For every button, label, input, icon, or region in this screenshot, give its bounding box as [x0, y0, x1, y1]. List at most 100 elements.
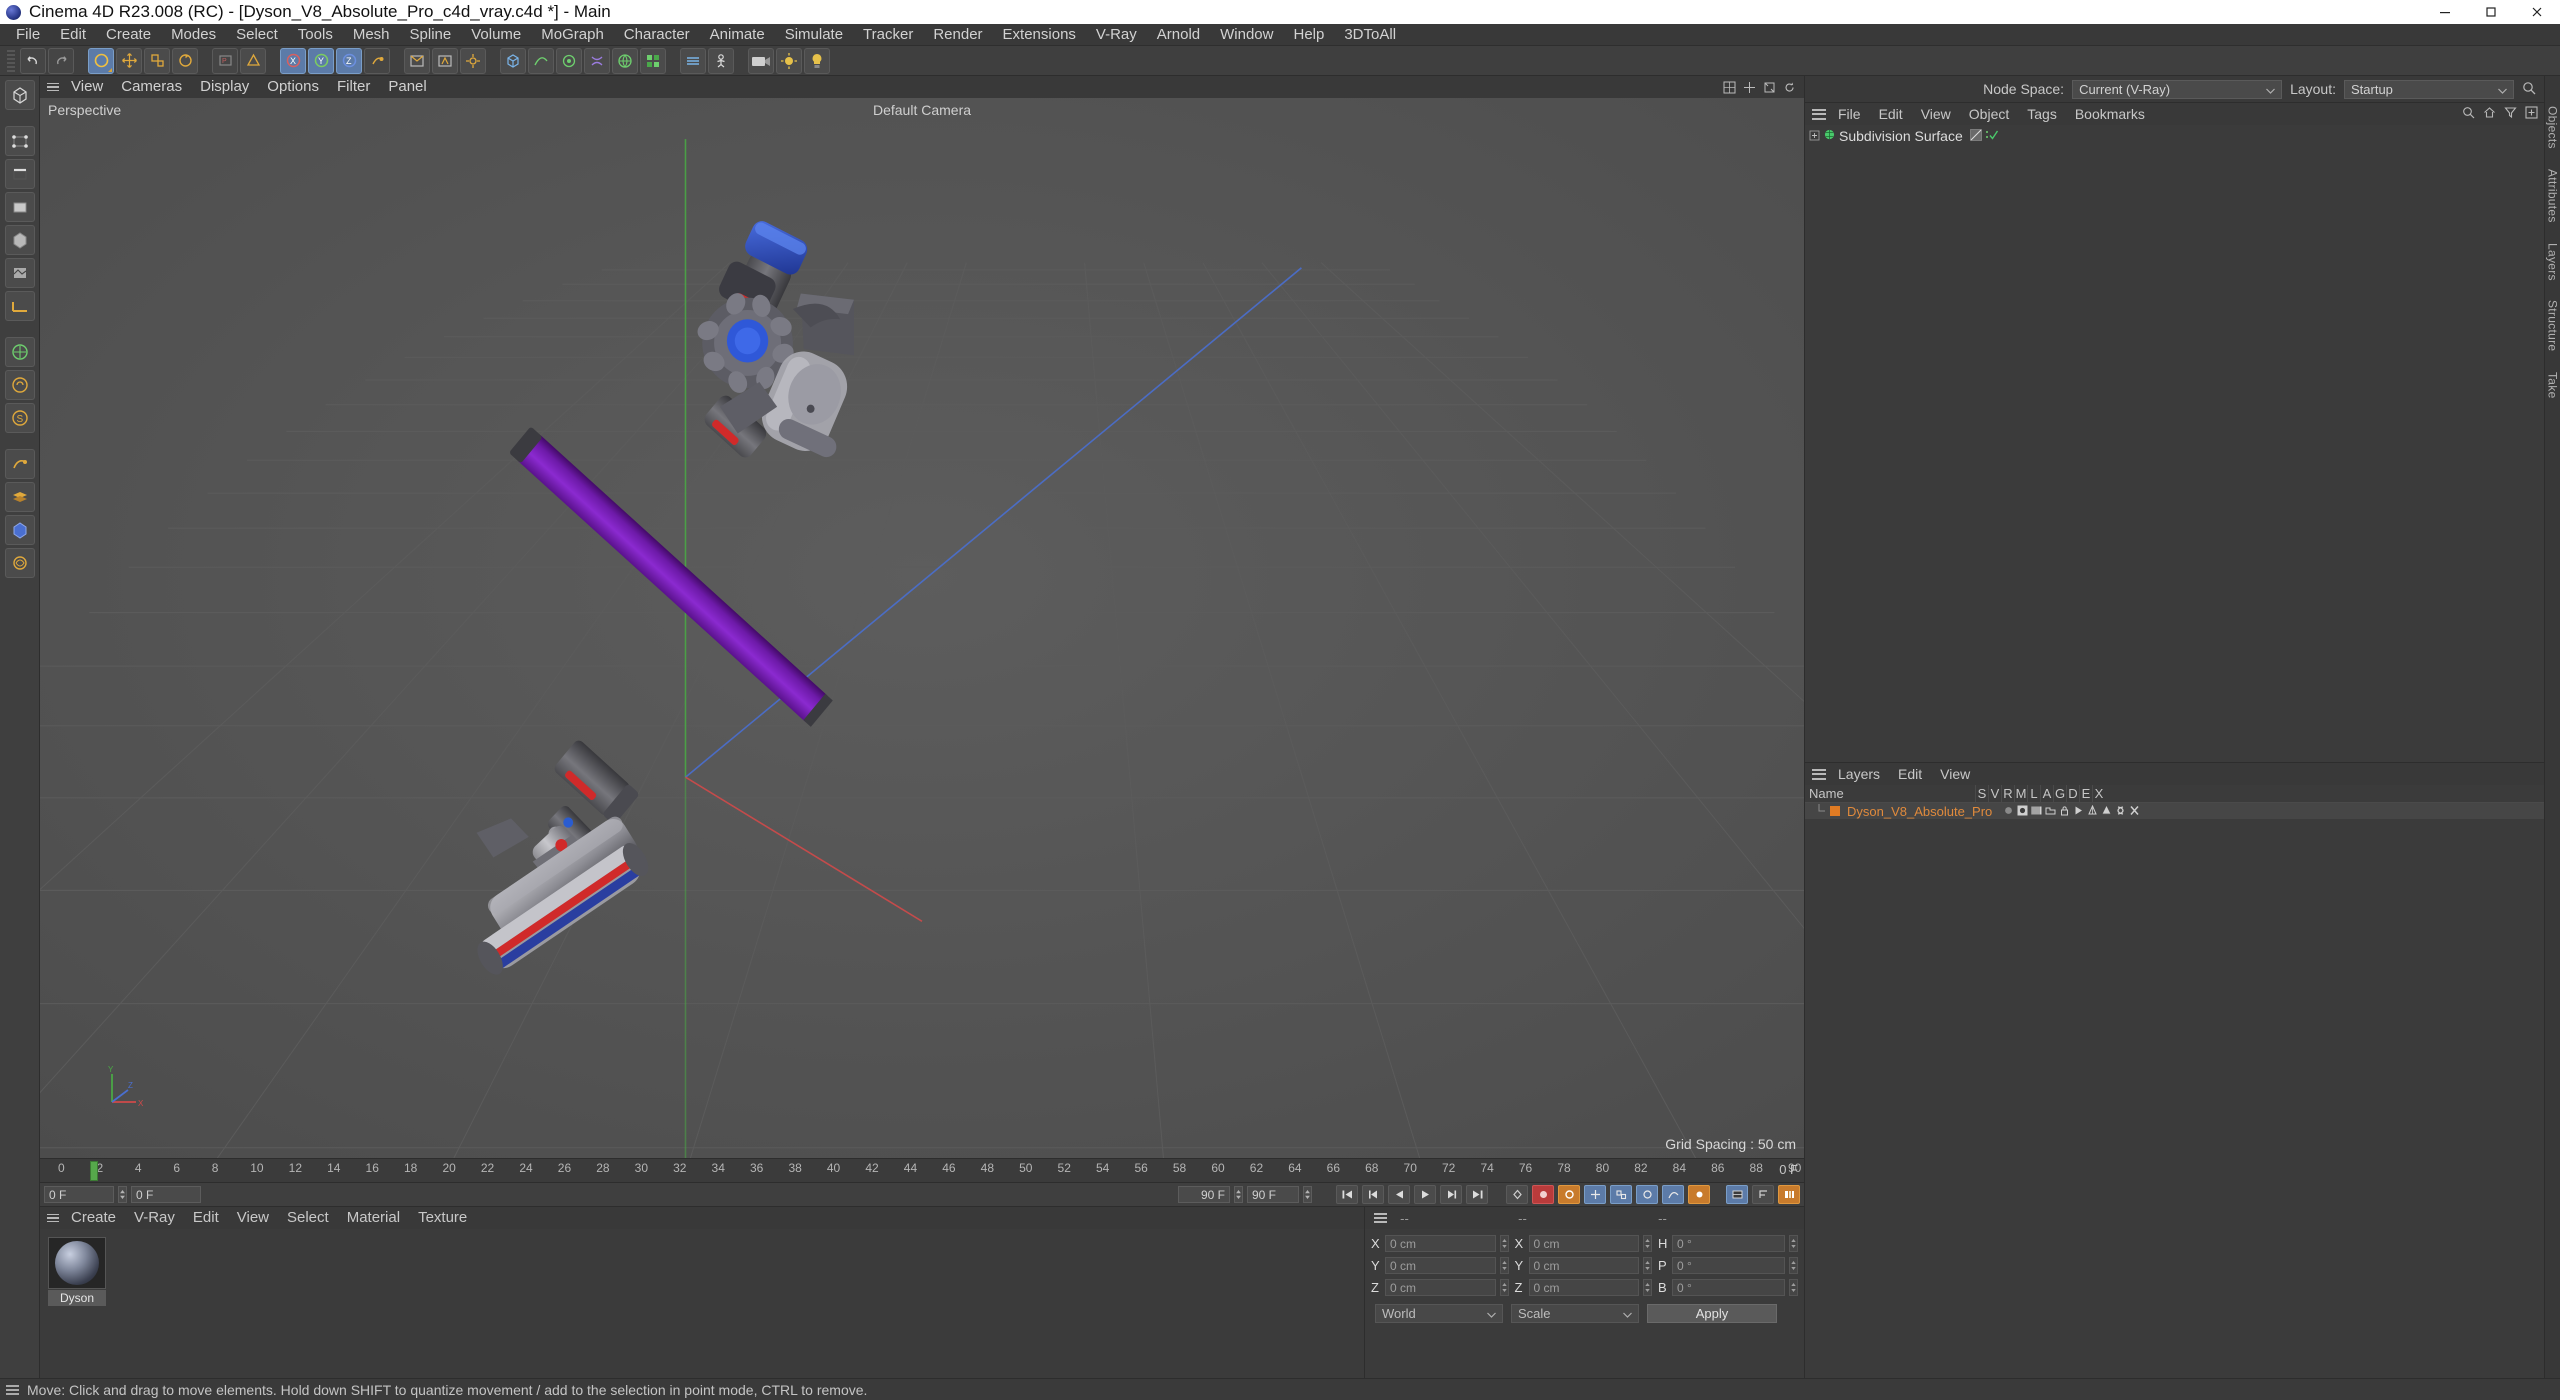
- enable-axis-modification-button[interactable]: [4, 337, 35, 367]
- viewport-rotate-icon[interactable]: [1783, 81, 1796, 94]
- rotation-b-stepper[interactable]: [1789, 1279, 1798, 1296]
- cube-primitive-button[interactable]: [500, 47, 526, 74]
- keyframe-selection-button[interactable]: [1726, 1185, 1748, 1204]
- apply-button[interactable]: Apply: [1647, 1304, 1777, 1323]
- layer-color-swatch[interactable]: [1830, 806, 1840, 816]
- rotation-h-stepper[interactable]: [1789, 1235, 1798, 1252]
- current-frame-stepper[interactable]: [118, 1186, 127, 1203]
- size-z-stepper[interactable]: [1643, 1279, 1652, 1296]
- layer-generators-icon[interactable]: [2087, 804, 2098, 819]
- rotate-tool-button[interactable]: [172, 47, 198, 74]
- viewport-single-icon[interactable]: [1723, 81, 1736, 94]
- layer-visible-icon[interactable]: [2017, 804, 2028, 819]
- menu-item-file[interactable]: File: [6, 24, 50, 46]
- live-selection-tool-button[interactable]: [88, 47, 114, 74]
- viewport-menu-display[interactable]: Display: [191, 76, 258, 98]
- record-scale-button[interactable]: [1610, 1185, 1632, 1204]
- material-menu-icon[interactable]: [44, 1207, 62, 1229]
- dock-tab-objects[interactable]: Objects: [2546, 106, 2560, 149]
- record-pla-button[interactable]: [1688, 1185, 1710, 1204]
- menu-item-edit[interactable]: Edit: [50, 24, 96, 46]
- search-icon[interactable]: [2462, 106, 2475, 122]
- dock-tab-attributes[interactable]: Attributes: [2546, 169, 2560, 223]
- add-object-button[interactable]: [240, 47, 266, 74]
- viewport-menu-options[interactable]: Options: [258, 76, 328, 98]
- render-view-button[interactable]: [404, 47, 430, 74]
- scale-tool-button[interactable]: [144, 47, 170, 74]
- workplane-mode-button[interactable]: [4, 291, 35, 321]
- layer-expressions-icon[interactable]: [2115, 804, 2126, 819]
- maximize-button[interactable]: [2468, 0, 2514, 24]
- menu-item-volume[interactable]: Volume: [461, 24, 531, 46]
- start-frame-field[interactable]: 0 F: [131, 1186, 201, 1203]
- environment-button[interactable]: [612, 47, 638, 74]
- filter-icon[interactable]: [2504, 106, 2517, 122]
- menu-item-tracker[interactable]: Tracker: [853, 24, 923, 46]
- menu-item-window[interactable]: Window: [1210, 24, 1283, 46]
- size-x-stepper[interactable]: [1643, 1235, 1652, 1252]
- edge-mode-button[interactable]: [4, 159, 35, 189]
- point-mode-button[interactable]: [4, 126, 35, 156]
- layers-menu-icon[interactable]: [1809, 763, 1829, 785]
- character-button[interactable]: [708, 47, 734, 74]
- material-menu-create[interactable]: Create: [62, 1207, 125, 1229]
- layer-render-icon[interactable]: [2031, 804, 2042, 819]
- deformers-button[interactable]: [584, 47, 610, 74]
- spline-pen-button[interactable]: [528, 47, 554, 74]
- object-menu-view[interactable]: View: [1912, 103, 1960, 125]
- menu-item-mesh[interactable]: Mesh: [343, 24, 400, 46]
- layer-solo-icon[interactable]: [2003, 804, 2014, 819]
- rotation-b-input[interactable]: 0 °: [1672, 1279, 1785, 1296]
- viewport-menu-filter[interactable]: Filter: [328, 76, 379, 98]
- layer-animation-icon[interactable]: [2073, 804, 2084, 819]
- add-icon[interactable]: [2525, 106, 2538, 122]
- material-menu-material[interactable]: Material: [338, 1207, 409, 1229]
- phong-tag-icon[interactable]: [1969, 128, 1982, 144]
- material-list[interactable]: Dyson: [40, 1229, 1364, 1378]
- size-x-input[interactable]: 0 cm: [1528, 1235, 1639, 1252]
- menu-item-3dtoall[interactable]: 3DToAll: [1334, 24, 1406, 46]
- camera-button[interactable]: [748, 47, 774, 74]
- dock-tab-layers[interactable]: Layers: [2546, 243, 2560, 281]
- layer-stack-button[interactable]: [4, 482, 35, 512]
- autokeying-button[interactable]: [1506, 1185, 1528, 1204]
- undo-button[interactable]: [20, 47, 46, 74]
- step-back-button[interactable]: [1362, 1185, 1384, 1204]
- menu-item-spline[interactable]: Spline: [400, 24, 462, 46]
- toolbar-grip[interactable]: [7, 49, 15, 72]
- record-position-button[interactable]: [1584, 1185, 1606, 1204]
- go-to-end-button[interactable]: [1466, 1185, 1488, 1204]
- animation-mode-button[interactable]: [1752, 1185, 1774, 1204]
- render-region-button[interactable]: P: [212, 47, 238, 74]
- axis-z-button[interactable]: Z: [336, 47, 362, 74]
- generators-button[interactable]: [556, 47, 582, 74]
- uv-mode-button[interactable]: [4, 548, 35, 578]
- viewport-menu-panel[interactable]: Panel: [379, 76, 435, 98]
- home-icon[interactable]: [2483, 106, 2496, 122]
- record-parameter-button[interactable]: [1662, 1185, 1684, 1204]
- size-y-input[interactable]: 0 cm: [1528, 1257, 1639, 1274]
- play-backwards-button[interactable]: [1388, 1185, 1410, 1204]
- viewport-move-icon[interactable]: [1743, 81, 1756, 94]
- render-settings-button[interactable]: [460, 47, 486, 74]
- search-icon[interactable]: [2522, 81, 2536, 98]
- menu-item-character[interactable]: Character: [614, 24, 700, 46]
- object-menu-tags[interactable]: Tags: [2018, 103, 2066, 125]
- object-menu-icon[interactable]: [1809, 103, 1829, 125]
- rotation-p-input[interactable]: 0 °: [1672, 1257, 1785, 1274]
- viewport-solo-button[interactable]: [4, 449, 35, 479]
- position-x-input[interactable]: 0 cm: [1385, 1235, 1496, 1252]
- material-menu-edit[interactable]: Edit: [184, 1207, 228, 1229]
- layer-row[interactable]: Dyson_V8_Absolute_Pro: [1805, 803, 2544, 819]
- end-frame-field[interactable]: 90 F: [1178, 1186, 1230, 1203]
- record-active-objects-button[interactable]: [1532, 1185, 1554, 1204]
- viewport-fit-icon[interactable]: [1763, 81, 1776, 94]
- texture-mode-button[interactable]: [4, 258, 35, 288]
- play-forwards-button[interactable]: [1414, 1185, 1436, 1204]
- dock-tab-take[interactable]: Take: [2546, 372, 2560, 399]
- timeline-playhead[interactable]: [90, 1161, 98, 1181]
- layers-menu-edit[interactable]: Edit: [1889, 763, 1931, 785]
- timeline-button[interactable]: [1778, 1185, 1800, 1204]
- menu-item-help[interactable]: Help: [1283, 24, 1334, 46]
- menu-item-tools[interactable]: Tools: [288, 24, 343, 46]
